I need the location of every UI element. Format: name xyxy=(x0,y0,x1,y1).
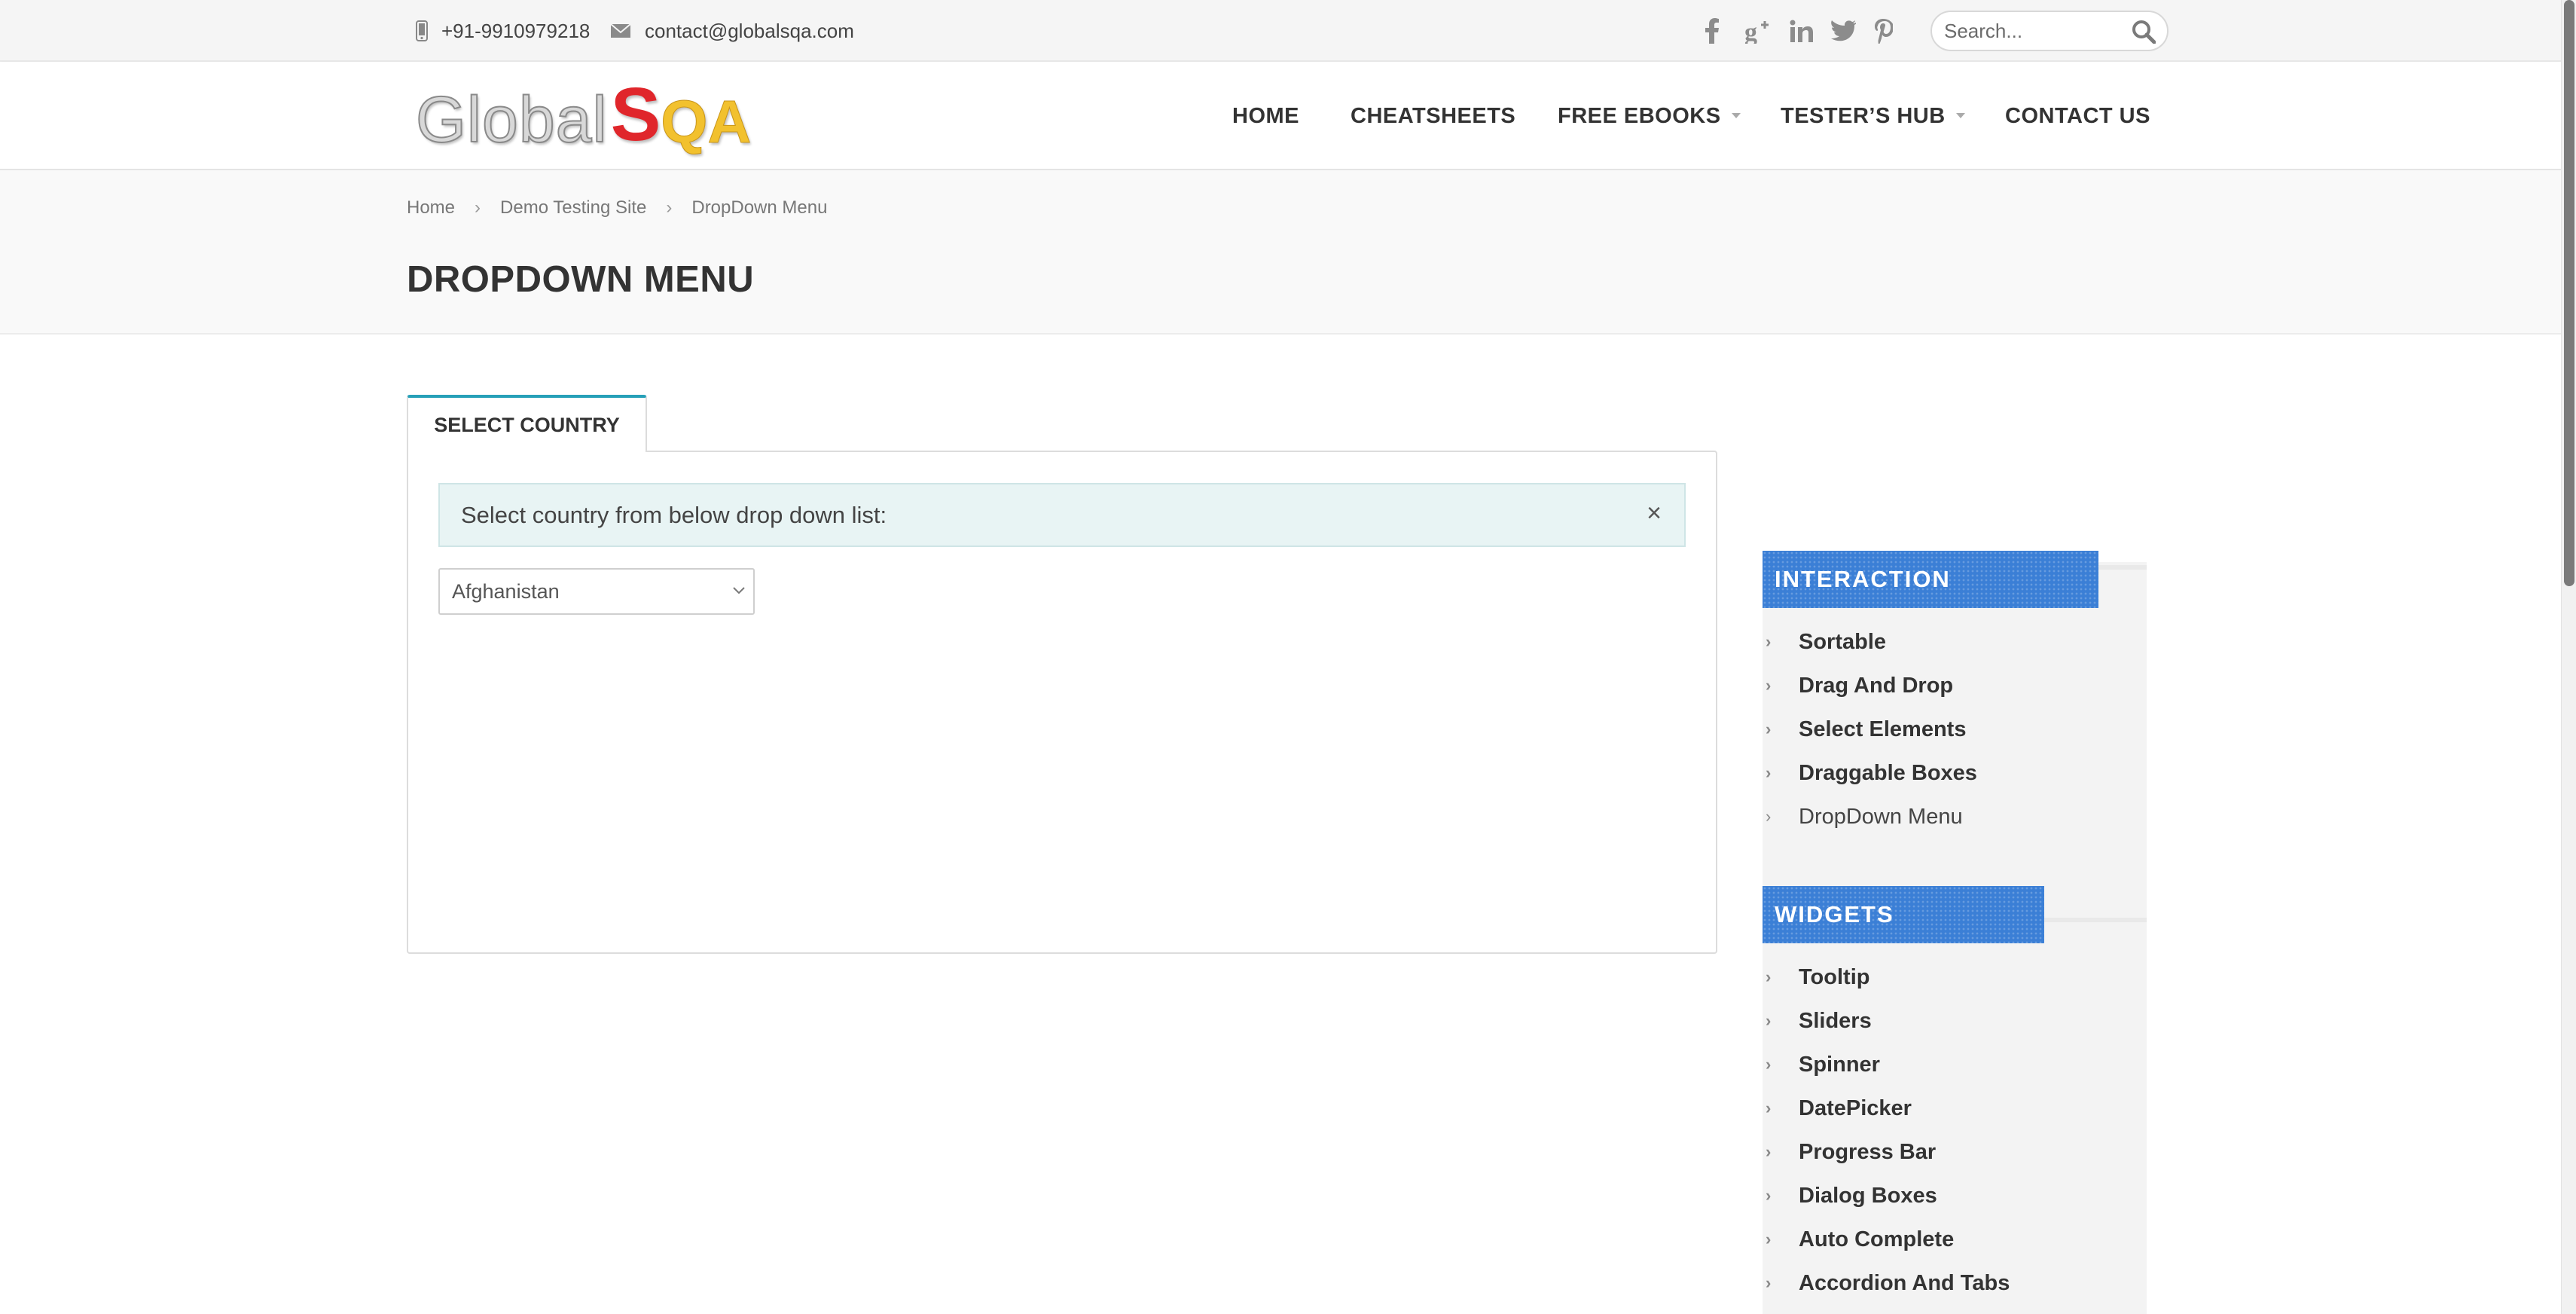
sidebar-item-datepicker[interactable]: › DatePicker xyxy=(1766,1093,1912,1123)
site-header: Global S QA HOME CHEATSHEETS FREE EBOOKS… xyxy=(0,62,2561,170)
nav-testers-hub-label: TESTER’S HUB xyxy=(1781,103,1946,128)
chevron-down-icon xyxy=(733,587,745,594)
chevron-right-icon: › xyxy=(1766,967,1772,986)
nav-cheatsheets[interactable]: CHEATSHEETS xyxy=(1351,62,1515,170)
sidebar-item-label: Drag And Drop xyxy=(1799,673,1954,698)
sidebar-item-dialog-boxes[interactable]: › Dialog Boxes xyxy=(1766,1181,1937,1211)
logo-text-s: S xyxy=(610,72,661,157)
sidebar-item-label: DatePicker xyxy=(1799,1096,1912,1120)
nav-home[interactable]: HOME xyxy=(1232,62,1299,170)
sidebar-item-label: Spinner xyxy=(1799,1052,1880,1077)
linkedin-link[interactable] xyxy=(1790,0,1814,62)
sidebar-item-drag-and-drop[interactable]: › Drag And Drop xyxy=(1766,671,1953,701)
info-alert: Select country from below drop down list… xyxy=(438,483,1686,547)
country-select-value: Afghanistan xyxy=(452,579,560,603)
sidebar-item-label: Dialog Boxes xyxy=(1799,1183,1937,1208)
phone-contact: +91-9910979218 xyxy=(416,0,590,62)
logo-text-global: Global xyxy=(415,84,608,156)
chevron-right-icon: › xyxy=(1766,1011,1772,1030)
sidebar-heading-widgets: WIDGETS xyxy=(1763,886,2044,943)
sidebar-item-label: Progress Bar xyxy=(1799,1139,1937,1164)
twitter-icon[interactable] xyxy=(1830,20,1856,41)
nav-free-ebooks[interactable]: FREE EBOOKS xyxy=(1558,62,1741,170)
pinterest-icon[interactable] xyxy=(1873,18,1893,44)
sidebar-item-auto-complete[interactable]: › Auto Complete xyxy=(1766,1224,1954,1254)
nav-contact-us[interactable]: CONTACT US xyxy=(2005,62,2150,170)
facebook-link[interactable] xyxy=(1705,0,1720,62)
sidebar-item-label: Draggable Boxes xyxy=(1799,760,1977,785)
google-plus-link[interactable]: g xyxy=(1744,0,1772,62)
sidebar-item-accordion-and-tabs[interactable]: › Accordion And Tabs xyxy=(1766,1268,2010,1298)
logo-text-qa: QA xyxy=(661,88,752,155)
scrollbar-thumb[interactable] xyxy=(2564,0,2574,586)
sidebar-item-tooltip[interactable]: › Tooltip xyxy=(1766,962,1869,992)
vertical-scrollbar[interactable] xyxy=(2561,0,2576,1314)
globalsqa-logo[interactable]: Global S QA xyxy=(415,77,752,156)
nav-testers-hub[interactable]: TESTER’S HUB xyxy=(1781,62,1965,170)
mobile-phone-icon xyxy=(416,20,428,41)
chevron-right-icon: › xyxy=(1766,807,1772,826)
email-contact[interactable]: contact@globalsqa.com xyxy=(610,0,854,62)
top-bar: +91-9910979218 contact@globalsqa.com g xyxy=(0,0,2561,62)
search-input[interactable] xyxy=(1943,17,2123,45)
pinterest-link[interactable] xyxy=(1873,0,1893,62)
email-address[interactable]: contact@globalsqa.com xyxy=(645,20,854,43)
chevron-right-icon: › xyxy=(1766,676,1772,695)
sidebar-item-label: Accordion And Tabs xyxy=(1799,1270,2010,1295)
chevron-right-icon: › xyxy=(1766,1273,1772,1292)
alert-text: Select country from below drop down list… xyxy=(461,501,887,528)
search-icon[interactable] xyxy=(2132,20,2156,44)
facebook-icon[interactable] xyxy=(1705,18,1720,44)
breadcrumb-separator-icon: › xyxy=(475,197,481,218)
chevron-right-icon: › xyxy=(1766,1186,1772,1205)
caret-down-icon xyxy=(1955,113,1965,118)
breadcrumb: Home › Demo Testing Site › DropDown Menu xyxy=(407,197,827,218)
sidebar-item-label: Tooltip xyxy=(1799,964,1870,989)
chevron-right-icon: › xyxy=(1766,1055,1772,1074)
sidebar-item-label: Select Elements xyxy=(1799,717,1967,741)
breadcrumb-demo-testing-site[interactable]: Demo Testing Site xyxy=(500,197,646,218)
country-select[interactable]: Afghanistan xyxy=(438,568,755,615)
title-band xyxy=(0,170,2561,335)
envelope-icon xyxy=(610,23,631,38)
breadcrumb-separator-icon: › xyxy=(666,197,673,218)
search-button[interactable] xyxy=(2132,20,2156,47)
chevron-right-icon: › xyxy=(1766,763,1772,782)
twitter-link[interactable] xyxy=(1830,0,1856,62)
sidebar-item-progress-bar[interactable]: › Progress Bar xyxy=(1766,1137,1936,1167)
sidebar-item-sortable[interactable]: › Sortable xyxy=(1766,627,1886,657)
breadcrumb-current: DropDown Menu xyxy=(691,197,828,218)
chevron-right-icon: › xyxy=(1766,632,1772,651)
sidebar-item-label: Sortable xyxy=(1799,629,1887,654)
chevron-right-icon: › xyxy=(1766,720,1772,738)
sidebar-item-select-elements[interactable]: › Select Elements xyxy=(1766,714,1966,744)
breadcrumb-home[interactable]: Home xyxy=(407,197,455,218)
page-title: DROPDOWN MENU xyxy=(407,259,755,300)
sidebar-item-draggable-boxes[interactable]: › Draggable Boxes xyxy=(1766,758,1977,788)
svg-text:g: g xyxy=(1744,19,1757,44)
linkedin-icon[interactable] xyxy=(1790,20,1814,42)
chevron-right-icon: › xyxy=(1766,1142,1772,1161)
nav-free-ebooks-label: FREE EBOOKS xyxy=(1558,103,1721,128)
sidebar-item-label: Sliders xyxy=(1799,1008,1872,1033)
sidebar-item-label: Auto Complete xyxy=(1799,1227,1955,1251)
phone-number: +91-9910979218 xyxy=(441,19,591,42)
caret-down-icon xyxy=(1731,113,1741,118)
sidebar-item-dropdown-menu[interactable]: › DropDown Menu xyxy=(1766,802,1963,832)
alert-close-button[interactable]: × xyxy=(1639,498,1669,528)
sidebar-item-sliders[interactable]: › Sliders xyxy=(1766,1006,1872,1036)
search-box[interactable] xyxy=(1930,11,2169,51)
google-plus-icon[interactable]: g xyxy=(1744,18,1772,44)
tab-select-country[interactable]: SELECT COUNTRY xyxy=(407,395,647,452)
chevron-right-icon: › xyxy=(1766,1230,1772,1248)
sidebar-item-spinner[interactable]: › Spinner xyxy=(1766,1050,1880,1080)
sidebar-heading-interaction: INTERACTION xyxy=(1763,551,2098,608)
sidebar-item-label: DropDown Menu xyxy=(1799,804,1963,829)
chevron-right-icon: › xyxy=(1766,1099,1772,1117)
